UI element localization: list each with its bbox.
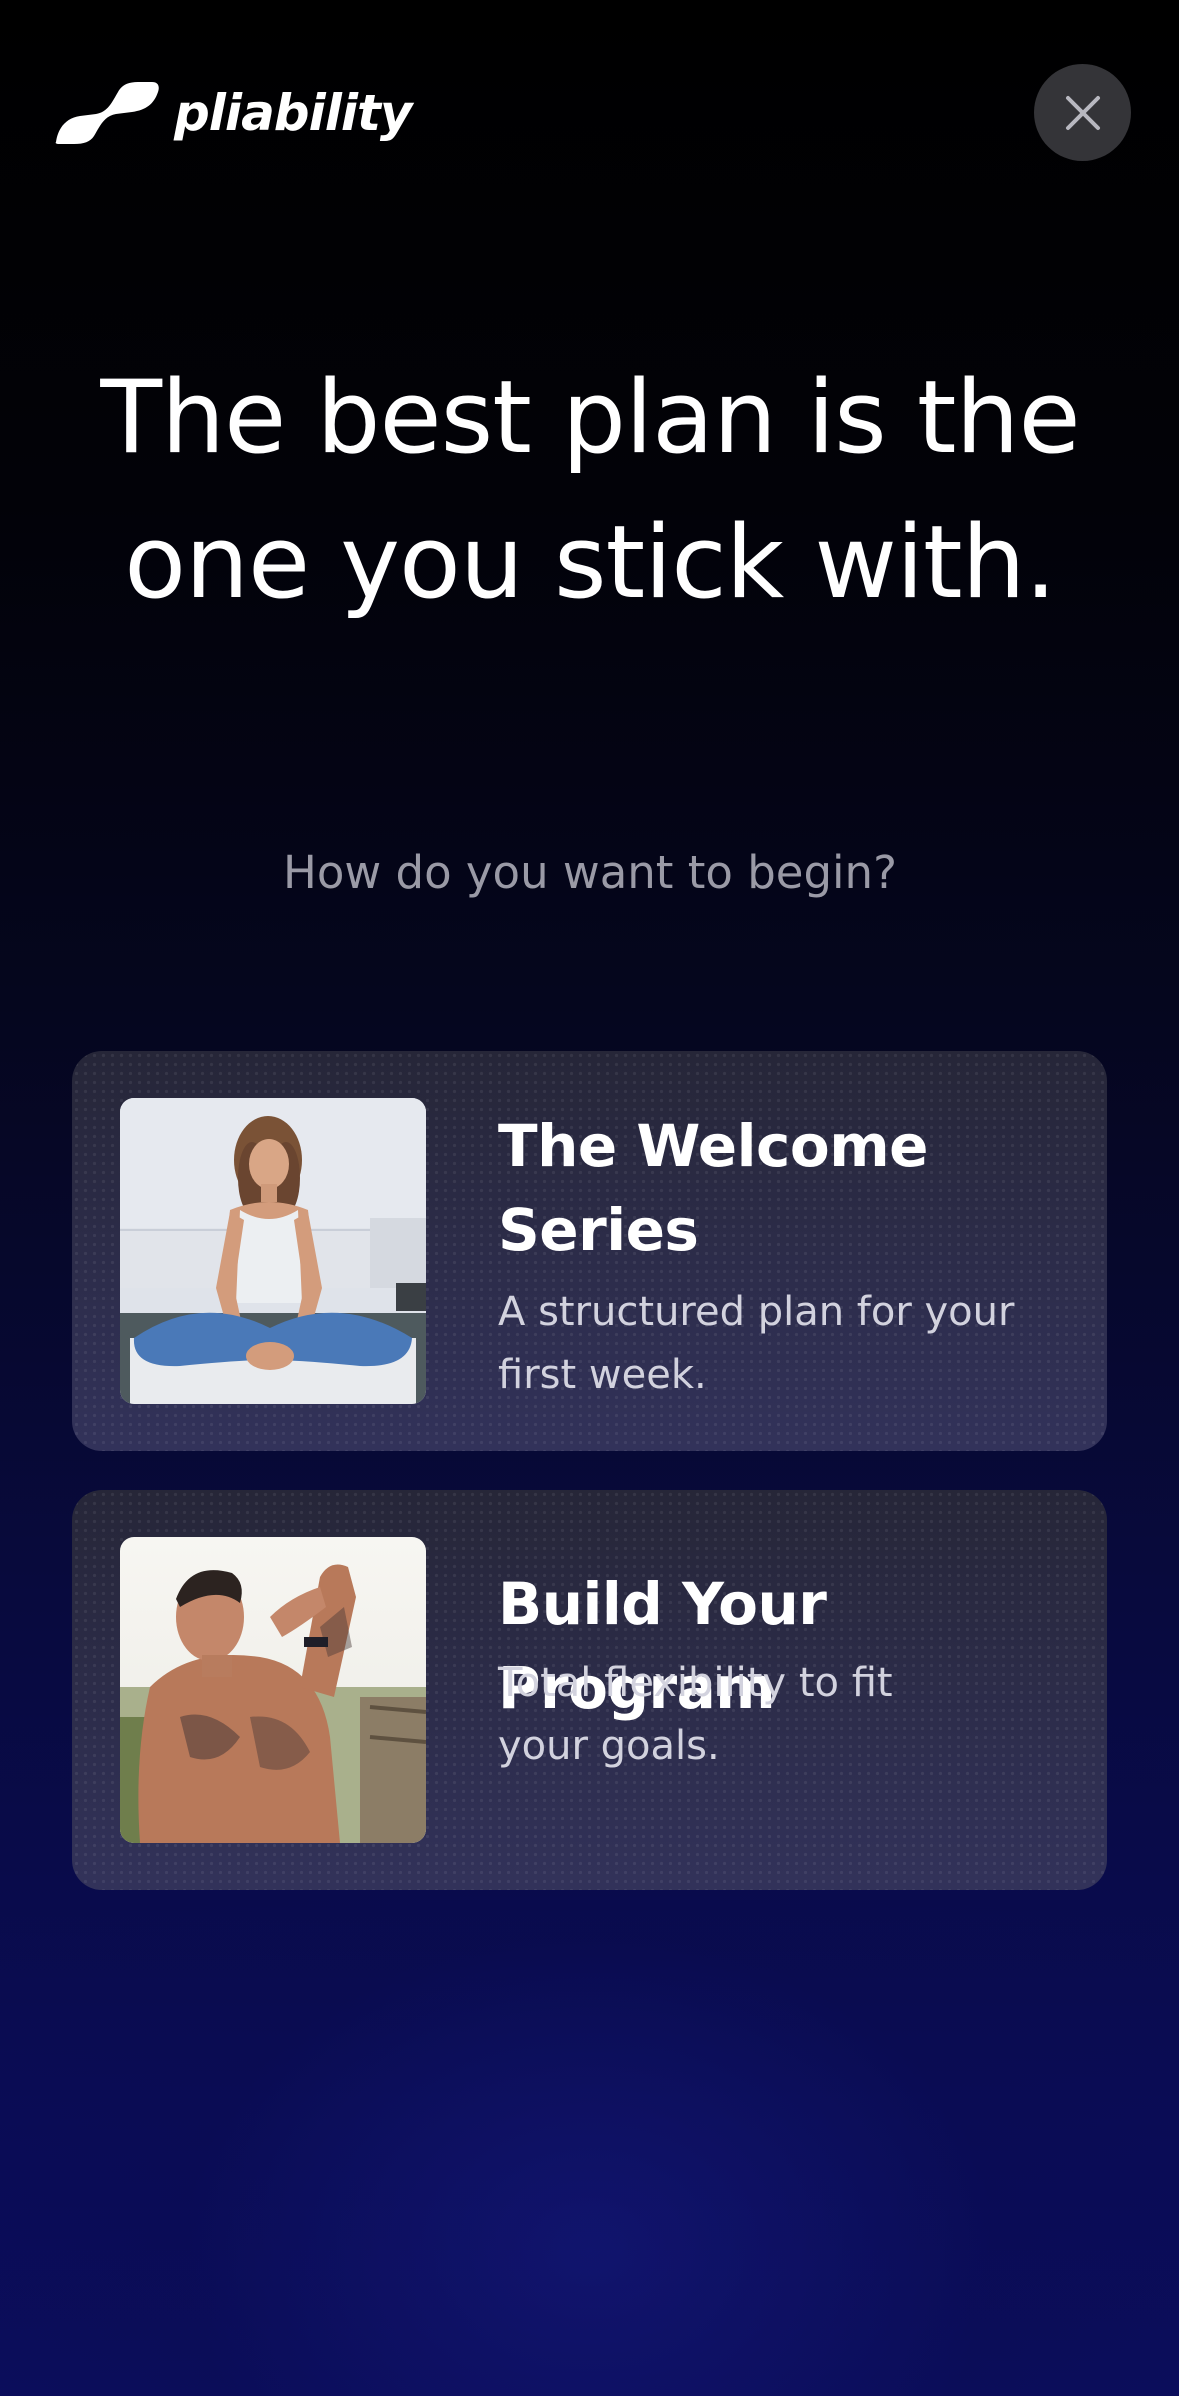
brand-wordmark: pliability: [174, 84, 413, 142]
close-button[interactable]: [1034, 64, 1131, 161]
welcome-series-option-card[interactable]: The Welcome Series A structured plan for…: [72, 1051, 1107, 1451]
pliability-logo: pliability: [52, 78, 413, 148]
build-your-program-option-card[interactable]: Build Your Program Total flexibility to …: [72, 1490, 1107, 1890]
onboarding-screen: pliability The best plan is the one you …: [0, 0, 1179, 2396]
welcome-series-description: A structured plan for your first week.: [498, 1289, 1015, 1398]
welcome-series-thumbnail: [120, 1098, 426, 1404]
build-your-program-thumbnail: [120, 1537, 426, 1843]
man-stretching-image: [120, 1537, 426, 1843]
page-headline: The best plan is the one you stick with.: [100, 358, 1080, 621]
welcome-series-title: The Welcome Series: [498, 1112, 929, 1264]
woman-stretching-image: [120, 1098, 426, 1404]
page-subheading: How do you want to begin?: [283, 846, 897, 899]
build-your-program-description: Total flexibility to fit your goals.: [498, 1660, 893, 1769]
close-icon: [1065, 95, 1100, 130]
pliability-logo-mark-icon: [55, 82, 159, 144]
